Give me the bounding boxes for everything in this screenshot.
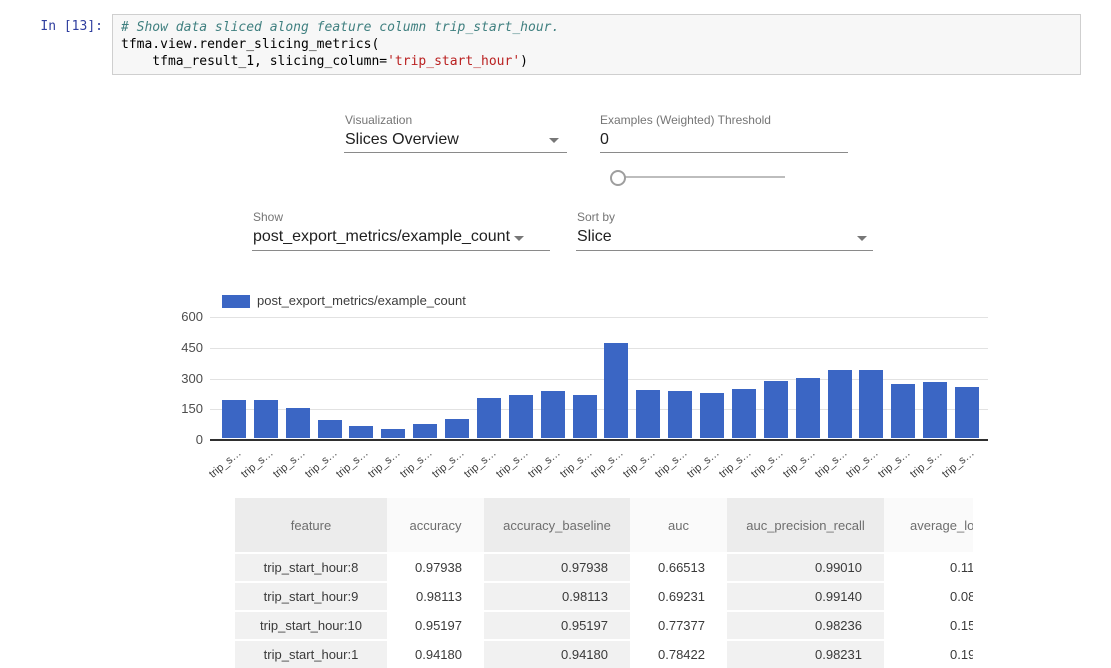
bar-2[interactable] (286, 408, 310, 438)
sort-by-value[interactable]: Slice (577, 228, 612, 246)
bar-9[interactable] (509, 395, 533, 438)
bar-18[interactable] (796, 378, 820, 438)
column-header-auc_precision_recall[interactable]: auc_precision_recall (727, 498, 884, 553)
bar-21[interactable] (891, 384, 915, 438)
table-cell: 0.97938 (387, 553, 484, 582)
table-cell: 0.98113 (387, 582, 484, 611)
column-header-accuracy[interactable]: accuracy (387, 498, 484, 553)
visualization-label: Visualization (345, 113, 412, 127)
table-cell: 0.69231 (630, 582, 727, 611)
chevron-down-icon (549, 138, 559, 143)
code-line: tfma_result_1, slicing_column='trip_star… (121, 53, 1072, 70)
table-cell: trip_start_hour:9 (235, 582, 387, 611)
bar-7[interactable] (445, 419, 469, 438)
dropdown-underline (344, 152, 567, 153)
table-cell: 0.1901 (884, 640, 973, 668)
column-header-feature[interactable]: feature (235, 498, 387, 553)
table-cell: 0.99140 (727, 582, 884, 611)
table-cell: trip_start_hour:10 (235, 611, 387, 640)
y-axis-tick: 450 (158, 340, 203, 355)
bar-22[interactable] (923, 382, 947, 438)
code-cell[interactable]: # Show data sliced along feature column … (112, 14, 1081, 75)
input-underline (600, 152, 848, 153)
code-line: # Show data sliced along feature column … (121, 19, 1072, 36)
code-line: tfma.view.render_slicing_metrics( (121, 36, 1072, 53)
y-axis-tick: 150 (158, 401, 203, 416)
table-cell: 0.95197 (484, 611, 630, 640)
table-cell: 0.0892 (884, 582, 973, 611)
legend-swatch (222, 295, 250, 308)
code-area[interactable]: # Show data sliced along feature column … (121, 19, 1072, 70)
bar-17[interactable] (764, 381, 788, 438)
table-cell: 0.77377 (630, 611, 727, 640)
notebook-page: In [13]: # Show data sliced along featur… (0, 0, 1111, 668)
table-row: trip_start_hour:90.981130.981130.692310.… (235, 582, 973, 611)
column-header-auc[interactable]: auc (630, 498, 727, 553)
y-axis-tick: 0 (158, 432, 203, 447)
bar-20[interactable] (859, 370, 883, 438)
bar-8[interactable] (477, 398, 501, 438)
table-cell: 0.98113 (484, 582, 630, 611)
bar-11[interactable] (573, 395, 597, 438)
table-cell: 0.97938 (484, 553, 630, 582)
y-axis-tick: 600 (158, 309, 203, 324)
visualization-value[interactable]: Slices Overview (345, 131, 459, 149)
table-row: trip_start_hour:80.979380.979380.665130.… (235, 553, 973, 582)
table-cell: 0.66513 (630, 553, 727, 582)
y-axis-tick: 300 (158, 371, 203, 386)
legend-label: post_export_metrics/example_count (257, 293, 466, 308)
chevron-down-icon (857, 236, 867, 241)
bar-12[interactable] (604, 343, 628, 438)
bar-10[interactable] (541, 391, 565, 438)
table-row: trip_start_hour:10.941800.941800.784220.… (235, 640, 973, 668)
bar-5[interactable] (381, 429, 405, 438)
bar-4[interactable] (349, 426, 373, 438)
bar-15[interactable] (700, 393, 724, 438)
bar-19[interactable] (828, 370, 852, 438)
cell-prompt: In [13]: (0, 19, 103, 34)
bar-16[interactable] (732, 389, 756, 438)
chart-plot (210, 317, 988, 440)
table-cell: 0.98236 (727, 611, 884, 640)
table-cell: 0.95197 (387, 611, 484, 640)
x-axis-line (210, 439, 988, 441)
threshold-slider[interactable] (617, 176, 785, 178)
column-header-accuracy_baseline[interactable]: accuracy_baseline (484, 498, 630, 553)
gridline (210, 348, 988, 349)
dropdown-underline (576, 250, 873, 251)
metrics-table: featureaccuracyaccuracy_baselineaucauc_p… (235, 498, 973, 668)
chevron-down-icon (514, 236, 524, 241)
table-cell: 0.99010 (727, 553, 884, 582)
threshold-value[interactable]: 0 (600, 131, 609, 149)
table-cell: 0.94180 (484, 640, 630, 668)
gridline (210, 317, 988, 318)
bar-13[interactable] (636, 390, 660, 438)
bar-3[interactable] (318, 420, 342, 438)
bar-6[interactable] (413, 424, 437, 438)
column-header-average_loss[interactable]: average_loss (884, 498, 973, 553)
table-cell: 0.98231 (727, 640, 884, 668)
table-row: trip_start_hour:100.951970.951970.773770… (235, 611, 973, 640)
table-cell: 0.94180 (387, 640, 484, 668)
sort-by-label: Sort by (577, 210, 615, 224)
table-header-row: featureaccuracyaccuracy_baselineaucauc_p… (235, 498, 973, 553)
bar-0[interactable] (222, 400, 246, 438)
bar-14[interactable] (668, 391, 692, 438)
show-label: Show (253, 210, 283, 224)
table-cell: trip_start_hour:1 (235, 640, 387, 668)
bar-1[interactable] (254, 400, 278, 438)
table-cell: 0.1541 (884, 611, 973, 640)
threshold-label: Examples (Weighted) Threshold (600, 113, 771, 127)
show-value[interactable]: post_export_metrics/example_count (253, 228, 510, 246)
dropdown-underline (252, 250, 550, 251)
table-cell: 0.78422 (630, 640, 727, 668)
bar-23[interactable] (955, 387, 979, 438)
table-cell: 0.1111 (884, 553, 973, 582)
metrics-table-container: featureaccuracyaccuracy_baselineaucauc_p… (235, 498, 973, 668)
table-cell: trip_start_hour:8 (235, 553, 387, 582)
slider-handle[interactable] (610, 170, 626, 186)
